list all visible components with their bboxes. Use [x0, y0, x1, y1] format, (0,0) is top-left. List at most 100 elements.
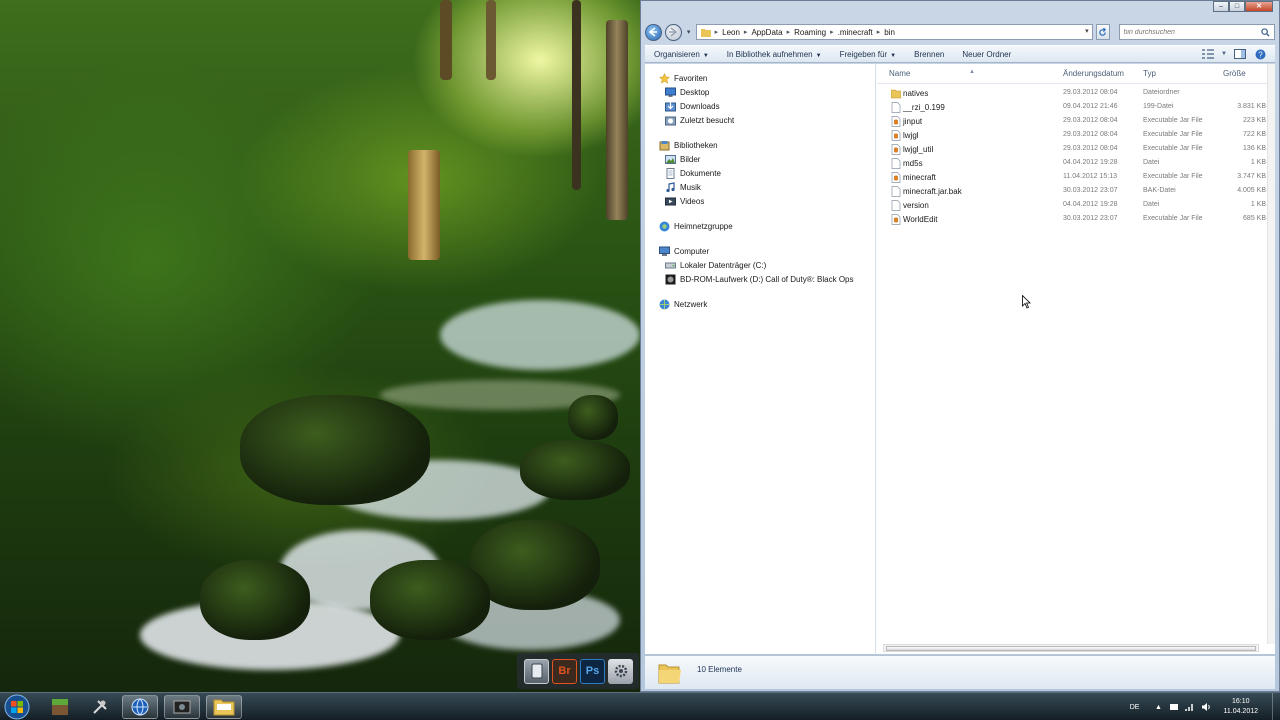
search-icon[interactable]	[1261, 28, 1270, 37]
help-button[interactable]: ?	[1253, 48, 1267, 60]
file-icon	[891, 102, 901, 113]
bridge-app-icon[interactable]: Br	[552, 658, 577, 684]
nav-item-music[interactable]: Musik	[645, 180, 875, 194]
address-bar[interactable]: ▸ Leon ▸ AppData ▸ Roaming ▸ .minecraft …	[695, 24, 1093, 40]
column-header-type[interactable]: Typ	[1143, 69, 1156, 78]
nav-item-downloads[interactable]: Downloads	[645, 99, 875, 113]
close-button[interactable]: ✕	[1245, 1, 1273, 12]
favorites-group: Favoriten Desktop Downloads Zuletzt besu…	[645, 71, 875, 127]
file-row[interactable]: lwjgl 29.03.2012 08:04 Executable Jar File…	[877, 128, 1275, 142]
file-row[interactable]: jinput 29.03.2012 08:04 Executable Jar Fil…	[877, 114, 1275, 128]
file-size: 4.005 KB	[1237, 187, 1266, 194]
view-options-button[interactable]	[1201, 48, 1215, 60]
folder-icon	[658, 664, 681, 683]
details-pane: 10 Elemente	[645, 655, 1275, 689]
new-folder-button[interactable]: Neuer Ordner	[953, 50, 1020, 59]
nav-homegroup[interactable]: Heimnetzgruppe	[645, 219, 875, 233]
horizontal-scrollbar[interactable]	[883, 644, 1259, 652]
search-input[interactable]	[1123, 28, 1254, 36]
vertical-scrollbar[interactable]	[1267, 64, 1275, 644]
taskbar-tools[interactable]	[82, 695, 118, 719]
back-button[interactable]	[645, 23, 662, 41]
horizontal-scroll-thumb[interactable]	[886, 646, 1256, 651]
taskbar-video[interactable]	[164, 695, 200, 719]
signal-tray-icon[interactable]	[1185, 702, 1195, 712]
nav-network-label: Netzwerk	[674, 299, 708, 309]
nav-item-videos[interactable]: Videos	[645, 194, 875, 208]
nav-item-pictures[interactable]: Bilder	[645, 152, 875, 166]
breadcrumb-appdata[interactable]: AppData	[751, 28, 782, 37]
file-row[interactable]: version 04.04.2012 19:28 Datei 1 KB	[877, 198, 1275, 212]
file-name: WorldEdit	[903, 215, 938, 224]
refresh-button[interactable]	[1095, 24, 1110, 40]
taskbar-minecraft[interactable]	[42, 695, 78, 719]
start-button[interactable]	[2, 694, 32, 720]
jar-file-icon	[891, 116, 901, 127]
nav-network[interactable]: Netzwerk	[645, 297, 875, 311]
recent-places-icon	[665, 115, 676, 126]
breadcrumb-bin[interactable]: bin	[884, 28, 895, 37]
desktop-icon	[665, 87, 676, 98]
file-type: 199-Datei	[1143, 103, 1174, 110]
tablet-app-icon[interactable]	[524, 658, 549, 684]
taskbar-browser[interactable]	[122, 695, 158, 719]
file-row[interactable]: WorldEdit 30.03.2012 23:07 Executable Jar …	[877, 212, 1275, 226]
chevron-down-icon: ▼	[890, 52, 897, 59]
homegroup-icon	[659, 221, 670, 232]
nav-homegroup-label: Heimnetzgruppe	[674, 221, 733, 231]
nav-item-bd-rom-drive-d[interactable]: BD-ROM-Laufwerk (D:) Call of Duty®: Blac…	[645, 272, 875, 286]
network-group: Netzwerk	[645, 297, 875, 311]
breadcrumb-minecraft[interactable]: .minecraft	[838, 28, 873, 37]
column-header-date[interactable]: Änderungsdatum	[1063, 69, 1124, 78]
nav-item-recent-places[interactable]: Zuletzt besucht	[645, 113, 875, 127]
column-header-size[interactable]: Größe	[1223, 69, 1246, 78]
clock[interactable]: 16:10 11.04.2012	[1223, 697, 1258, 717]
file-row[interactable]: __rzi_0.199 09.04.2012 21:46 199-Datei 3.83…	[877, 100, 1275, 114]
preview-pane-button[interactable]	[1233, 48, 1247, 60]
windows-logo-icon	[4, 694, 30, 720]
burn-button[interactable]: Brennen	[905, 50, 953, 59]
taskbar-explorer[interactable]	[206, 695, 242, 719]
nav-favorites[interactable]: Favoriten	[645, 71, 875, 85]
nav-libraries[interactable]: Bibliotheken	[645, 138, 875, 152]
file-list: natives 29.03.2012 08:04 Dateiordner __rzi_…	[877, 86, 1275, 226]
star-icon	[659, 72, 670, 84]
address-dropdown-icon[interactable]: ▾	[1085, 27, 1089, 35]
history-dropdown[interactable]: ▾	[685, 28, 693, 36]
include-library-menu[interactable]: In Bibliothek aufnehmen ▼	[718, 50, 831, 59]
videos-icon	[665, 196, 676, 207]
photoshop-app-icon[interactable]: Ps	[580, 658, 605, 684]
minimize-button[interactable]: –	[1213, 1, 1229, 12]
file-date: 30.03.2012 23:07	[1063, 215, 1118, 222]
clock-date: 11.04.2012	[1223, 708, 1258, 715]
show-desktop-button[interactable]	[1272, 693, 1280, 720]
file-row[interactable]: natives 29.03.2012 08:04 Dateiordner	[877, 86, 1275, 100]
file-date: 29.03.2012 08:04	[1063, 131, 1118, 138]
organize-menu[interactable]: Organisieren ▼	[645, 50, 718, 59]
file-row[interactable]: md5s 04.04.2012 19:28 Datei 1 KB	[877, 156, 1275, 170]
show-hidden-icons-icon[interactable]: ▲	[1153, 702, 1163, 712]
nav-computer[interactable]: Computer	[645, 244, 875, 258]
file-size: 722 KB	[1243, 131, 1266, 138]
breadcrumb-leon[interactable]: Leon	[722, 28, 740, 37]
forward-button[interactable]	[664, 23, 682, 41]
breadcrumb-roaming[interactable]: Roaming	[794, 28, 826, 37]
settings-app-icon[interactable]	[608, 658, 633, 684]
nav-item-desktop[interactable]: Desktop	[645, 85, 875, 99]
volume-icon[interactable]	[1201, 702, 1211, 712]
file-name: natives	[903, 89, 929, 98]
chevron-down-icon[interactable]: ▼	[1221, 51, 1227, 57]
file-row[interactable]: minecraft 11.04.2012 15:13 Executable Jar …	[877, 170, 1275, 184]
column-header-name[interactable]: Name	[889, 69, 910, 78]
network-tray-icon[interactable]	[1169, 702, 1179, 712]
nav-item-local-disk-c[interactable]: Lokaler Datenträger (C:)	[645, 258, 875, 272]
share-menu[interactable]: Freigeben für ▼	[831, 50, 906, 59]
file-row[interactable]: minecraft.jar.bak 30.03.2012 23:07 BAK-Dat…	[877, 184, 1275, 198]
maximize-button[interactable]: □	[1229, 1, 1245, 12]
file-size: 1 KB	[1250, 159, 1266, 166]
language-indicator[interactable]: DE	[1130, 704, 1140, 711]
nav-item-documents[interactable]: Dokumente	[645, 166, 875, 180]
file-row[interactable]: lwjgl_util 29.03.2012 08:04 Executable Jar…	[877, 142, 1275, 156]
column-headers: Name ▲ Änderungsdatum Typ Größe	[877, 64, 1275, 84]
browser-icon	[131, 698, 149, 716]
